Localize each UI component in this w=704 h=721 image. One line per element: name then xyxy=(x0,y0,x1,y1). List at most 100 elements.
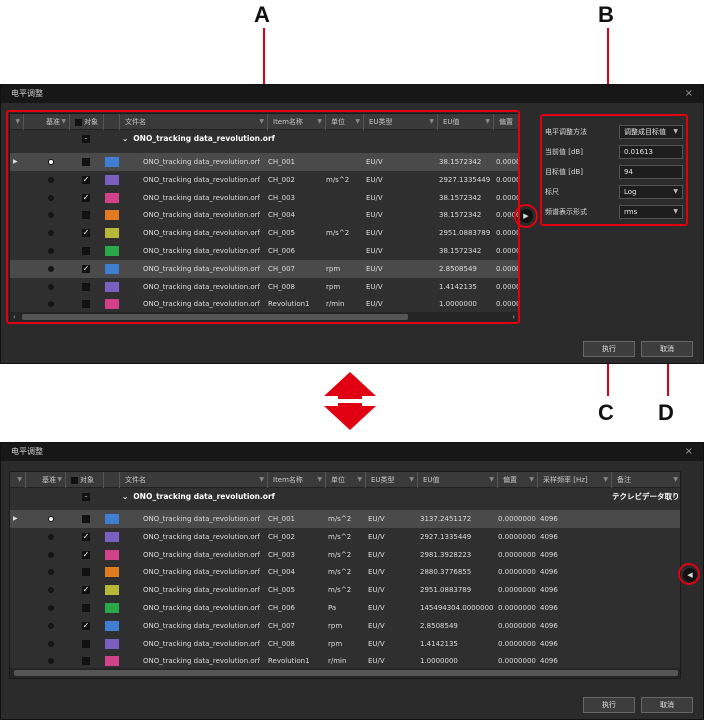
target-checkbox[interactable] xyxy=(82,568,90,577)
header-sampling-rate[interactable]: 采样频率 [Hz] ▼ xyxy=(538,472,612,488)
reference-radio[interactable] xyxy=(48,569,54,576)
scroll-thumb[interactable] xyxy=(14,670,678,676)
execute-button[interactable]: 执行 xyxy=(583,697,635,713)
level-adjust-dialog-collapsed: 电平调整 × ▼ 基准 ▼ 对象 文件名 ▼ Item名称 ▼ 单位 ▼ EU类型 ▼ E… xyxy=(0,442,704,720)
filter-icon[interactable]: ▼ xyxy=(357,472,362,488)
target-checkbox[interactable]: ✓ xyxy=(82,621,90,630)
header-eu-value[interactable]: EU值 ▼ xyxy=(418,472,498,488)
group-label: ⌄ ONO_tracking data_revolution.orf xyxy=(122,492,275,501)
dialog-titlebar: 电平调整 × xyxy=(1,443,703,461)
execute-button[interactable]: 执行 xyxy=(583,341,635,357)
table-row[interactable]: ONO_tracking data_revolution.orf CH_006 Pa… xyxy=(10,599,680,617)
reference-radio[interactable] xyxy=(48,658,54,665)
cell-file: ONO_tracking data_revolution.orf xyxy=(143,639,260,648)
target-checkbox[interactable] xyxy=(82,657,90,666)
cell-unit: m/s^2 xyxy=(328,515,352,523)
filter-icon[interactable]: ▼ xyxy=(409,472,414,488)
chevron-down-icon[interactable]: ⌄ xyxy=(122,492,128,501)
cell-eu-type: EU/V xyxy=(368,550,385,559)
callout-c: C xyxy=(598,400,614,425)
dialog-titlebar: 电平调整 × xyxy=(1,85,703,103)
reference-radio[interactable] xyxy=(48,533,54,540)
header-offset[interactable]: 偏置 ▼ xyxy=(498,472,538,488)
group-row[interactable]: – ⌄ ONO_tracking data_revolution.orf テクレビ… xyxy=(10,489,680,505)
header-eu-type[interactable]: EU类型 ▼ xyxy=(366,472,418,488)
dialog-title: 电平调整 xyxy=(11,89,43,98)
cell-unit: m/s^2 xyxy=(328,586,352,595)
cell-eu-val: 2.8508549 xyxy=(420,621,458,630)
target-checkbox[interactable]: ✓ xyxy=(82,586,90,595)
channel-color-swatch[interactable] xyxy=(105,656,119,667)
cancel-button[interactable]: 取消 xyxy=(641,697,693,713)
channel-color-swatch[interactable] xyxy=(105,638,119,649)
cell-eu-val: 2927.1335449 xyxy=(420,532,472,541)
table-row[interactable]: ✓ ONO_tracking data_revolution.orf CH_003 m… xyxy=(10,546,680,564)
filter-icon[interactable]: ▼ xyxy=(603,472,608,488)
target-checkbox[interactable] xyxy=(82,604,90,612)
cell-eu-val: 2951.0883789 xyxy=(420,586,472,595)
channel-color-swatch[interactable] xyxy=(105,514,119,524)
close-icon[interactable]: × xyxy=(685,443,693,461)
reference-radio[interactable] xyxy=(48,640,54,647)
channel-color-swatch[interactable] xyxy=(105,603,119,613)
table-row[interactable]: ✓ ONO_tracking data_revolution.orf CH_002 m… xyxy=(10,528,680,546)
reference-radio[interactable] xyxy=(48,551,54,558)
table-row[interactable]: ✓ ONO_tracking data_revolution.orf CH_005 m… xyxy=(10,581,680,599)
current-row-icon: ▶ xyxy=(13,515,18,522)
cell-item: CH_006 xyxy=(268,604,296,612)
table-row[interactable]: ▶ ONO_tracking data_revolution.orf CH_001 m… xyxy=(10,510,680,528)
filter-icon[interactable]: ▼ xyxy=(489,472,494,488)
filter-icon[interactable]: ▼ xyxy=(317,472,322,488)
reference-radio[interactable] xyxy=(48,516,54,522)
cell-file: ONO_tracking data_revolution.orf xyxy=(143,604,260,612)
header-color xyxy=(104,472,120,488)
cell-offset: 0.0000000 xyxy=(498,568,536,577)
cell-eu-type: EU/V xyxy=(368,532,385,541)
table-row[interactable]: ONO_tracking data_revolution.orf CH_008 rp… xyxy=(10,635,680,653)
horizontal-scrollbar[interactable] xyxy=(10,668,680,678)
group-checkbox[interactable]: – xyxy=(82,493,90,501)
channel-color-swatch[interactable] xyxy=(105,549,119,560)
cell-offset: 0.0000000 xyxy=(498,532,536,541)
cell-eu-val: 3137.2451172 xyxy=(420,515,472,523)
channel-color-swatch[interactable] xyxy=(105,531,119,542)
reference-radio[interactable] xyxy=(48,587,54,594)
close-icon[interactable]: × xyxy=(685,85,693,103)
header-ref[interactable]: 基准 ▼ xyxy=(26,472,66,488)
header-target[interactable]: 对象 xyxy=(66,472,104,488)
highlight-box-b xyxy=(540,114,688,226)
channel-table-bottom: ▼ 基准 ▼ 对象 文件名 ▼ Item名称 ▼ 单位 ▼ EU类型 ▼ EU值 ▼ 偏置 ▼… xyxy=(9,471,681,679)
header-checkbox-icon[interactable] xyxy=(71,476,78,484)
highlight-circle-toggle-top xyxy=(514,204,538,228)
reference-radio[interactable] xyxy=(48,605,54,611)
target-checkbox[interactable]: ✓ xyxy=(82,532,90,541)
cell-item: CH_003 xyxy=(268,550,296,559)
filter-icon[interactable]: ▼ xyxy=(259,472,264,488)
table-row[interactable]: ✓ ONO_tracking data_revolution.orf CH_007 r… xyxy=(10,617,680,635)
cell-file: ONO_tracking data_revolution.orf xyxy=(143,568,260,577)
cell-item: CH_002 xyxy=(268,532,296,541)
reference-radio[interactable] xyxy=(48,622,54,629)
target-checkbox[interactable] xyxy=(82,515,90,523)
table-row[interactable]: ONO_tracking data_revolution.orf CH_004 m/… xyxy=(10,563,680,581)
channel-color-swatch[interactable] xyxy=(105,567,119,578)
filter-icon[interactable]: ▼ xyxy=(673,472,678,488)
filter-icon[interactable]: ▼ xyxy=(529,472,534,488)
header-item-name[interactable]: Item名称 ▼ xyxy=(268,472,326,488)
cell-fs: 4096 xyxy=(540,568,558,577)
cell-eu-type: EU/V xyxy=(368,568,385,577)
target-checkbox[interactable]: ✓ xyxy=(82,550,90,559)
cell-fs: 4096 xyxy=(540,550,558,559)
header-marker: ▼ xyxy=(10,472,26,488)
target-checkbox[interactable] xyxy=(82,639,90,648)
filter-icon[interactable]: ▼ xyxy=(17,472,22,488)
header-unit[interactable]: 单位 ▼ xyxy=(326,472,366,488)
cell-item: CH_007 xyxy=(268,621,296,630)
header-filename[interactable]: 文件名 ▼ xyxy=(120,472,268,488)
cell-unit: m/s^2 xyxy=(328,550,352,559)
cancel-button[interactable]: 取消 xyxy=(641,341,693,357)
channel-color-swatch[interactable] xyxy=(105,620,119,631)
filter-icon[interactable]: ▼ xyxy=(57,472,62,488)
header-note[interactable]: 备注 ▼ xyxy=(612,472,680,488)
channel-color-swatch[interactable] xyxy=(105,585,119,596)
